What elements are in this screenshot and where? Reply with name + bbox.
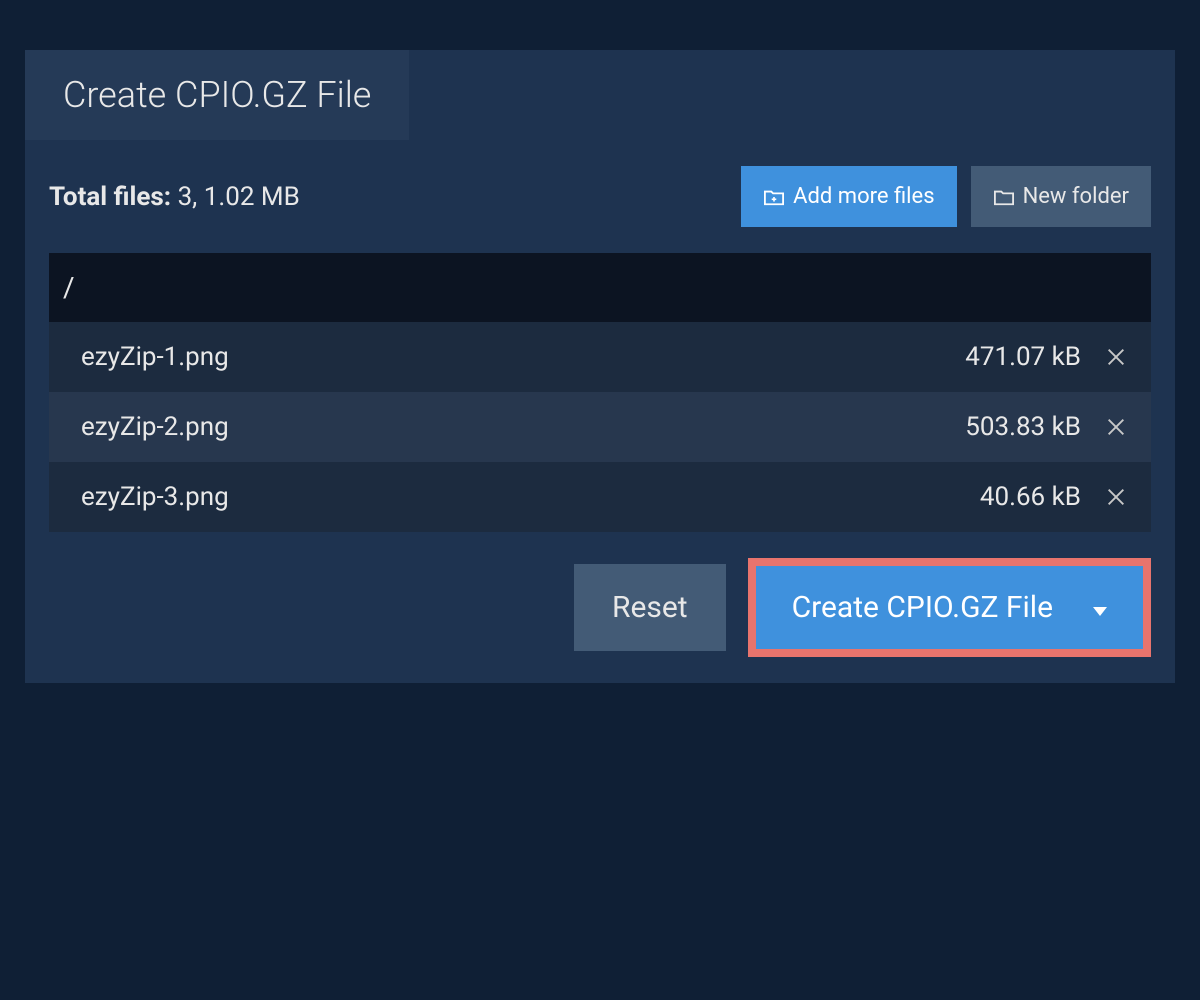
panel-tab-title: Create CPIO.GZ File bbox=[25, 50, 409, 140]
file-size: 503.83 kB bbox=[965, 412, 1081, 442]
total-files-value: 3, 1.02 MB bbox=[178, 182, 300, 212]
file-right: 503.83 kB bbox=[965, 412, 1131, 442]
file-name: ezyZip-1.png bbox=[81, 342, 229, 372]
path-header: / bbox=[49, 253, 1151, 322]
file-name: ezyZip-3.png bbox=[81, 482, 229, 512]
close-icon bbox=[1105, 346, 1127, 368]
file-right: 40.66 kB bbox=[980, 482, 1131, 512]
summary-row: Total files: 3, 1.02 MB Add more files bbox=[49, 166, 1151, 227]
remove-file-button[interactable] bbox=[1101, 342, 1131, 372]
create-file-button[interactable]: Create CPIO.GZ File bbox=[756, 566, 1143, 649]
close-icon bbox=[1105, 416, 1127, 438]
close-icon bbox=[1105, 486, 1127, 508]
total-files-summary: Total files: 3, 1.02 MB bbox=[49, 182, 300, 212]
file-name: ezyZip-2.png bbox=[81, 412, 229, 442]
file-size: 471.07 kB bbox=[965, 342, 1081, 372]
file-row: ezyZip-1.png 471.07 kB bbox=[49, 322, 1151, 392]
remove-file-button[interactable] bbox=[1101, 482, 1131, 512]
add-more-files-label: Add more files bbox=[793, 184, 934, 209]
top-button-group: Add more files New folder bbox=[741, 166, 1151, 227]
create-button-label: Create CPIO.GZ File bbox=[792, 590, 1053, 625]
folder-plus-icon bbox=[763, 187, 785, 207]
main-panel: Create CPIO.GZ File Total files: 3, 1.02… bbox=[25, 50, 1175, 683]
new-folder-button[interactable]: New folder bbox=[971, 166, 1151, 227]
file-row: ezyZip-3.png 40.66 kB bbox=[49, 462, 1151, 532]
file-list: / ezyZip-1.png 471.07 kB bbox=[49, 253, 1151, 532]
create-button-highlight: Create CPIO.GZ File bbox=[748, 558, 1151, 657]
file-size: 40.66 kB bbox=[980, 482, 1081, 512]
reset-button[interactable]: Reset bbox=[574, 564, 726, 651]
add-more-files-button[interactable]: Add more files bbox=[741, 166, 956, 227]
total-files-label: Total files: bbox=[49, 182, 171, 212]
file-row: ezyZip-2.png 503.83 kB bbox=[49, 392, 1151, 462]
folder-icon bbox=[993, 187, 1015, 207]
action-row: Reset Create CPIO.GZ File bbox=[49, 558, 1151, 657]
panel-body: Total files: 3, 1.02 MB Add more files bbox=[25, 140, 1175, 683]
new-folder-label: New folder bbox=[1023, 184, 1129, 209]
file-right: 471.07 kB bbox=[965, 342, 1131, 372]
caret-down-icon bbox=[1093, 590, 1107, 625]
remove-file-button[interactable] bbox=[1101, 412, 1131, 442]
